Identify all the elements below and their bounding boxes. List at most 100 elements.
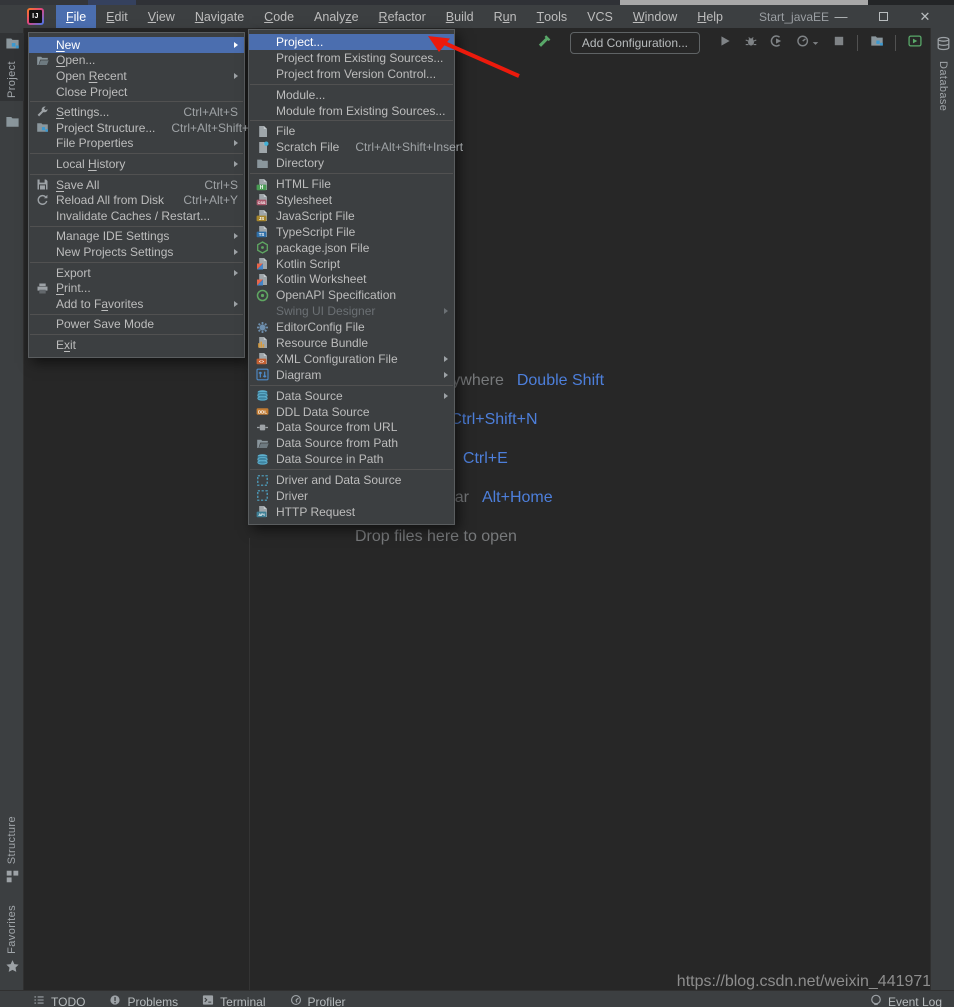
submenu-item-driver[interactable]: Driver bbox=[249, 488, 454, 504]
menu-item-open-recent[interactable]: Open Recent bbox=[29, 68, 244, 84]
html-file-icon: H bbox=[256, 178, 276, 191]
submenu-item-xml-configuration-file[interactable]: <>XML Configuration File bbox=[249, 351, 454, 367]
menu-item-save-all[interactable]: Save AllCtrl+S bbox=[29, 177, 244, 193]
profiler-button[interactable] bbox=[795, 36, 820, 51]
menu-item-new-projects-settings[interactable]: New Projects Settings bbox=[29, 244, 244, 260]
menu-item-power-save-mode[interactable]: Power Save Mode bbox=[29, 317, 244, 333]
menu-help[interactable]: Help bbox=[687, 5, 733, 28]
menu-item-file-properties[interactable]: File Properties bbox=[29, 136, 244, 152]
submenu-item-editorconfig-file[interactable]: EditorConfig File bbox=[249, 319, 454, 335]
menu-file[interactable]: File bbox=[56, 5, 96, 28]
run-anything-button[interactable] bbox=[907, 36, 922, 51]
menu-item-manage-ide-settings[interactable]: Manage IDE Settings bbox=[29, 229, 244, 245]
project-panel-divider bbox=[249, 538, 250, 990]
menu-item-label: HTML File bbox=[276, 177, 331, 191]
menu-tools[interactable]: Tools bbox=[527, 5, 578, 28]
submenu-item-module-from-existing-sources[interactable]: Module from Existing Sources... bbox=[249, 103, 454, 119]
submenu-item-html-file[interactable]: HHTML File bbox=[249, 176, 454, 192]
submenu-item-ddl-data-source[interactable]: DDLDDL Data Source bbox=[249, 404, 454, 420]
statusbar-terminal[interactable]: Terminal bbox=[202, 994, 265, 1007]
menu-analyze[interactable]: Analyze bbox=[304, 5, 368, 28]
minimize-button[interactable]: — bbox=[820, 5, 862, 28]
toolwindow-button-folder[interactable] bbox=[0, 111, 24, 137]
menu-item-project-structure[interactable]: Project Structure...Ctrl+Alt+Shift+S bbox=[29, 120, 244, 136]
menu-item-label: Driver and Data Source bbox=[276, 473, 401, 487]
menu-view[interactable]: View bbox=[138, 5, 185, 28]
submenu-item-project-from-version-control[interactable]: Project from Version Control... bbox=[249, 66, 454, 82]
menu-run[interactable]: Run bbox=[484, 5, 527, 28]
add-configuration-button[interactable]: Add Configuration... bbox=[570, 32, 700, 54]
intellij-logo-inner: IJ bbox=[29, 10, 42, 23]
submenu-item-driver-and-data-source[interactable]: Driver and Data Source bbox=[249, 472, 454, 488]
close-button[interactable]: ✕ bbox=[904, 5, 946, 28]
menu-item-settings[interactable]: Settings...Ctrl+Alt+S bbox=[29, 104, 244, 120]
menu-item-open[interactable]: Open... bbox=[29, 53, 244, 69]
menu-item-close-project[interactable]: Close Project bbox=[29, 84, 244, 100]
stop-button[interactable] bbox=[831, 36, 846, 51]
menu-item-exit[interactable]: Exit bbox=[29, 337, 244, 353]
toolwindow-button-database[interactable]: Database bbox=[931, 33, 954, 114]
menu-refactor[interactable]: Refactor bbox=[369, 5, 436, 28]
menu-vcs[interactable]: VCS bbox=[577, 5, 623, 28]
menu-item-label: JavaScript File bbox=[276, 209, 355, 223]
submenu-item-data-source[interactable]: Data Source bbox=[249, 388, 454, 404]
submenu-item-project[interactable]: Project... bbox=[249, 34, 454, 50]
submenu-item-data-source-in-path[interactable]: Data Source in Path bbox=[249, 451, 454, 467]
submenu-item-javascript-file[interactable]: JSJavaScript File bbox=[249, 208, 454, 224]
menu-code[interactable]: Code bbox=[254, 5, 304, 28]
statusbar-profiler[interactable]: Profiler bbox=[290, 994, 346, 1007]
menu-item-new[interactable]: New bbox=[29, 37, 244, 53]
debug-button[interactable] bbox=[743, 36, 758, 51]
project-structure-button[interactable] bbox=[869, 36, 884, 51]
submenu-item-kotlin-script[interactable]: Kotlin Script bbox=[249, 256, 454, 272]
menu-item-label: Data Source bbox=[276, 389, 343, 403]
statusbar-todo[interactable]: TODO bbox=[33, 994, 85, 1007]
menu-item-label: Swing UI Designer bbox=[276, 304, 375, 318]
maximize-button[interactable] bbox=[862, 5, 904, 28]
submenu-item-data-source-from-path[interactable]: Data Source from Path bbox=[249, 435, 454, 451]
menu-separator bbox=[30, 262, 243, 263]
menu-item-local-history[interactable]: Local History bbox=[29, 156, 244, 172]
menu-item-export[interactable]: Export bbox=[29, 265, 244, 281]
submenu-item-kotlin-worksheet[interactable]: Kotlin Worksheet bbox=[249, 271, 454, 287]
new-submenu-popup: Project...Project from Existing Sources.… bbox=[248, 29, 455, 525]
statusbar-problems[interactable]: Problems bbox=[109, 994, 178, 1007]
submenu-item-file[interactable]: File bbox=[249, 123, 454, 139]
submenu-arrow-icon bbox=[234, 233, 238, 239]
submenu-item-typescript-file[interactable]: TSTypeScript File bbox=[249, 224, 454, 240]
right-stripe-top: Database bbox=[931, 33, 954, 114]
statusbar-event-log[interactable]: Event Log bbox=[870, 994, 942, 1007]
submenu-item-stylesheet[interactable]: CSSStylesheet bbox=[249, 192, 454, 208]
menu-item-reload-all-from-disk[interactable]: Reload All from DiskCtrl+Alt+Y bbox=[29, 192, 244, 208]
run-button[interactable] bbox=[717, 36, 732, 51]
menu-navigate[interactable]: Navigate bbox=[185, 5, 254, 28]
submenu-item-swing-ui-designer[interactable]: Swing UI Designer bbox=[249, 303, 454, 319]
submenu-item-diagram[interactable]: Diagram bbox=[249, 367, 454, 383]
submenu-item-resource-bundle[interactable]: Resource Bundle bbox=[249, 335, 454, 351]
menu-item-print[interactable]: Print... bbox=[29, 280, 244, 296]
database-icon bbox=[936, 36, 951, 56]
submenu-item-project-from-existing-sources[interactable]: Project from Existing Sources... bbox=[249, 50, 454, 66]
submenu-item-http-request[interactable]: APIHTTP Request bbox=[249, 504, 454, 520]
menu-bar: FileEditViewNavigateCodeAnalyzeRefactorB… bbox=[56, 5, 733, 28]
js-file-icon: JS bbox=[256, 209, 276, 222]
menu-build[interactable]: Build bbox=[436, 5, 484, 28]
toolwindow-button-project[interactable]: Project bbox=[0, 33, 24, 101]
datasource-icon bbox=[256, 453, 276, 466]
toolwindow-button-structure[interactable]: Structure bbox=[0, 813, 24, 892]
menu-window[interactable]: Window bbox=[623, 5, 687, 28]
menu-item-invalidate-caches-restart[interactable]: Invalidate Caches / Restart... bbox=[29, 208, 244, 224]
submenu-item-scratch-file[interactable]: Scratch FileCtrl+Alt+Shift+Insert bbox=[249, 139, 454, 155]
menu-item-label: Open Recent bbox=[56, 69, 127, 83]
submenu-item-openapi-specification[interactable]: OpenAPI Specification bbox=[249, 287, 454, 303]
submenu-item-directory[interactable]: Directory bbox=[249, 155, 454, 171]
submenu-item-data-source-from-url[interactable]: Data Source from URL bbox=[249, 419, 454, 435]
menu-item-add-to-favorites[interactable]: Add to Favorites bbox=[29, 296, 244, 312]
submenu-item-package-json-file[interactable]: package.json File bbox=[249, 240, 454, 256]
toolwindow-button-favorites[interactable]: Favorites bbox=[0, 902, 24, 982]
menu-item-label: HTTP Request bbox=[276, 505, 355, 519]
submenu-item-module[interactable]: Module... bbox=[249, 87, 454, 103]
build-hammer-button[interactable] bbox=[538, 36, 553, 51]
menu-edit[interactable]: Edit bbox=[96, 5, 138, 28]
coverage-button[interactable] bbox=[769, 36, 784, 51]
